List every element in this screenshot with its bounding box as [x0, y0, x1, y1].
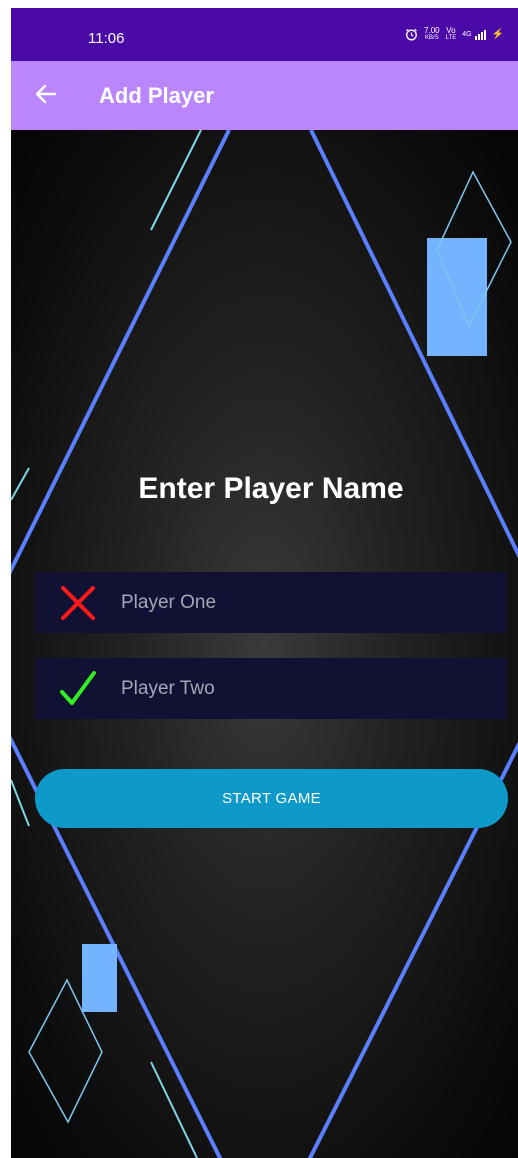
app-title: Add Player [99, 83, 214, 108]
player-one-input[interactable] [121, 572, 491, 633]
volte-top-label: Vo [446, 26, 456, 35]
player-two-input[interactable] [121, 658, 491, 719]
app-bar: Add Player [11, 61, 518, 130]
back-button[interactable] [31, 79, 61, 109]
status-bar: 11:06 7.00 KB/S Vo LTE 4G ⚡ [11, 8, 518, 61]
check-icon [60, 671, 96, 705]
volte-bottom-label: LTE [445, 35, 457, 41]
network-speed-icon: 7.00 KB/S [424, 27, 440, 42]
network-speed-value: 7.00 [424, 26, 440, 35]
main-content: Enter Player Name START GAME [11, 130, 518, 1158]
start-game-button[interactable]: START GAME [35, 769, 508, 828]
phone-screen: 11:06 7.00 KB/S Vo LTE 4G ⚡ Add Player E… [11, 8, 518, 1158]
network-type-label: 4G [462, 30, 472, 38]
charging-icon: ⚡ [491, 29, 504, 40]
alarm-icon [406, 28, 418, 41]
volte-icon: Vo LTE [446, 27, 457, 42]
network-speed-unit: KB/S [425, 35, 439, 41]
cross-icon [61, 586, 95, 620]
bottom-left-block [82, 944, 117, 1012]
arrow-left-icon [35, 84, 57, 104]
player-two-field[interactable] [35, 658, 507, 719]
signal-icon: 4G [462, 29, 486, 40]
page-heading: Enter Player Name [138, 472, 404, 505]
status-icons: 7.00 KB/S Vo LTE 4G ⚡ [405, 27, 504, 42]
player-one-field[interactable] [35, 572, 507, 633]
status-time: 11:06 [88, 30, 125, 47]
background-art [11, 130, 518, 1158]
